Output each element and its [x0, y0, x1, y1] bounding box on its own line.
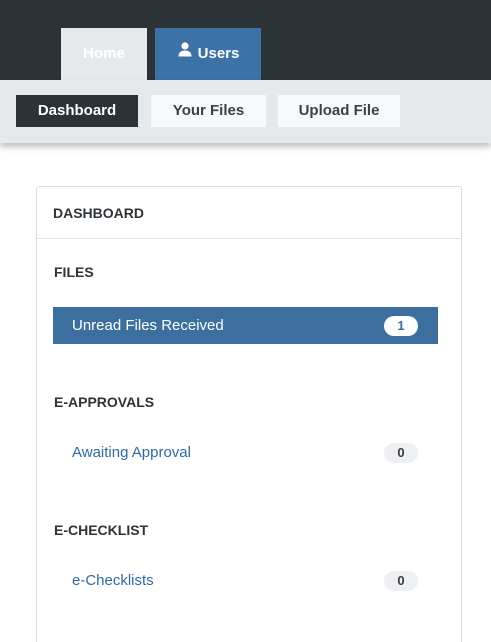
tab-home[interactable]: Home	[61, 28, 147, 80]
dashboard-panel: DASHBOARD FILES Unread Files Received 1 …	[36, 186, 462, 642]
section-title-e-approvals: E-APPROVALS	[54, 394, 155, 410]
tab-users[interactable]: Users	[155, 28, 261, 80]
section-title-files: FILES	[54, 264, 94, 280]
list-item-label: e-Checklists	[72, 572, 154, 589]
list-item-label: Unread Files Received	[72, 317, 224, 334]
top-navbar: Home Users	[0, 0, 491, 80]
section-title-e-checklist: E-CHECKLIST	[54, 522, 149, 538]
sub-navbar: Dashboard Your Files Upload File	[0, 80, 491, 143]
tab-home-label: Home	[83, 45, 125, 62]
list-item-unread-files[interactable]: Unread Files Received 1	[53, 307, 438, 344]
list-item-label: Awaiting Approval	[72, 444, 191, 461]
count-badge: 0	[384, 571, 418, 591]
count-badge: 0	[384, 443, 418, 463]
upload-file-button[interactable]: Upload File	[278, 95, 400, 127]
count-badge: 1	[384, 316, 418, 336]
panel-title: DASHBOARD	[37, 187, 461, 239]
list-item-e-checklists[interactable]: e-Checklists 0	[53, 562, 438, 599]
your-files-button[interactable]: Your Files	[151, 95, 266, 127]
tab-users-label: Users	[197, 45, 240, 62]
list-item-awaiting-approval[interactable]: Awaiting Approval 0	[53, 434, 438, 471]
dashboard-button[interactable]: Dashboard	[16, 95, 138, 127]
user-icon	[177, 27, 193, 79]
